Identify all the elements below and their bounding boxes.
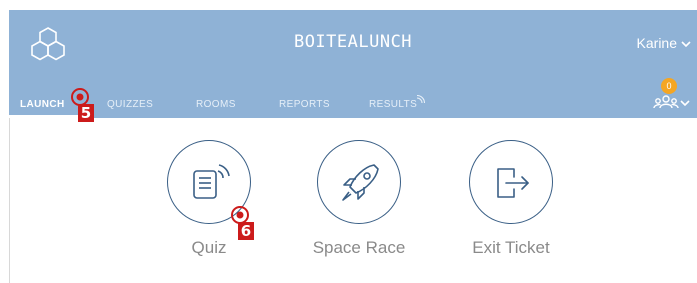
top-header: BOITEALUNCH Karine 0 LAUNCH QUIZZES ROOM… [9, 10, 697, 118]
nav-rooms[interactable]: ROOMS [196, 99, 236, 110]
user-menu[interactable]: Karine [637, 35, 691, 51]
signal-icon [417, 95, 426, 104]
nav-quizzes[interactable]: QUIZZES [107, 99, 153, 110]
step-marker-6: 6 [226, 206, 256, 246]
nav-results: RESULTS [369, 99, 418, 110]
space-race-icon-circle [317, 140, 401, 224]
exit-ticket-label: Exit Ticket [472, 238, 550, 257]
rocket-icon [342, 164, 379, 201]
step-marker-5: 5 [66, 88, 96, 128]
exit-ticket-icon-circle [469, 140, 553, 224]
step-number: 5 [78, 104, 94, 122]
main-nav: LAUNCH QUIZZES ROOMS REPORTS RESULTS [9, 94, 697, 118]
exit-door-arrow-icon [497, 168, 529, 198]
step-number: 6 [238, 222, 254, 240]
class-count-badge: 0 [661, 78, 677, 94]
space-race-tile[interactable]: Space Race [294, 140, 424, 258]
nav-launch[interactable]: LAUNCH [20, 99, 65, 110]
space-race-label: Space Race [312, 238, 406, 257]
exit-ticket-tile[interactable]: Exit Ticket [446, 140, 576, 258]
nav-reports[interactable]: REPORTS [279, 99, 330, 110]
nav-results-wrap[interactable]: RESULTS [369, 95, 426, 110]
app-title: BOITEALUNCH [293, 32, 413, 52]
content-divider [9, 118, 10, 283]
chevron-down-icon [681, 35, 691, 51]
user-name: Karine [636, 35, 677, 51]
